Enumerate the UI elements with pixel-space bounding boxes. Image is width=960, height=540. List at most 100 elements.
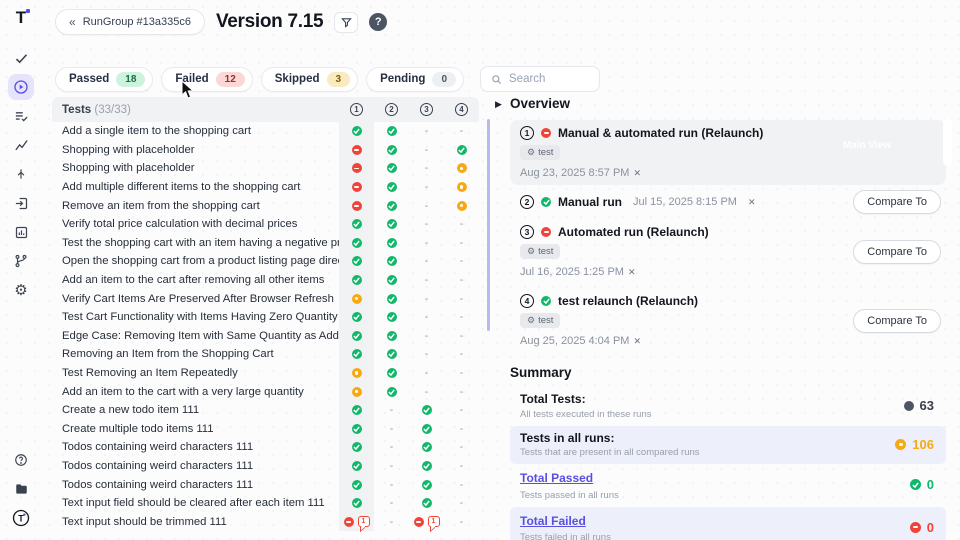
filter-pending-button[interactable]: Pending0 [366,67,464,92]
table-row[interactable]: Test Removing an Item Repeatedly-- [52,364,479,383]
passed-status-icon [352,256,362,266]
table-row[interactable]: Verify total price calculation with deci… [52,215,479,234]
table-row[interactable]: Add an item to the cart after removing a… [52,271,479,290]
run-item[interactable]: 4test relaunch (Relaunch)⚙testAug 25, 20… [510,288,946,353]
status-cell-run-2 [374,327,409,346]
table-row[interactable]: Shopping with placeholder- [52,159,479,178]
sidebar-tree-icon[interactable] [8,161,34,187]
overview-panel: Overview 1Manual & automated run (Relaun… [510,96,946,540]
status-cell-run-4 [444,141,479,160]
compare-to-button[interactable]: Compare To [853,190,941,214]
compare-to-button[interactable]: Compare To [853,309,941,333]
failed-status-icon [541,227,551,237]
no-result-dash: - [460,218,464,230]
status-cell-run-1 [339,234,374,253]
table-row[interactable]: Add multiple different items to the shop… [52,178,479,197]
run-item[interactable]: 2Manual runJul 15, 2025 8:15 PM✕Compare … [510,189,946,215]
filter-funnel-button[interactable] [334,12,358,33]
status-cell-run-1 [339,494,374,513]
comment-count-badge[interactable]: 1 [358,516,370,527]
summary-label-link[interactable]: Total Failed [520,514,586,528]
comment-count-badge[interactable]: 1 [428,516,440,527]
help-button[interactable]: ? [369,13,387,31]
status-cell-run-3: - [409,215,444,234]
remove-run-icon[interactable]: ✕ [748,197,756,208]
summary-label-link[interactable]: Total Passed [520,471,593,485]
status-cell-run-3: - [409,252,444,271]
filter-label: Skipped [275,73,320,85]
run-column-header-1[interactable]: 1 [339,97,374,122]
table-row[interactable]: Create a new todo item 111-- [52,401,479,420]
status-cell-run-1 [339,308,374,327]
table-row[interactable]: Text input should be trimmed 1111-1- [52,512,479,531]
sidebar-avatar-logo-icon[interactable]: T [8,505,34,531]
right-scrollbar-thumb[interactable] [943,118,952,166]
panel-scrollbar[interactable] [487,119,490,331]
app-logo-icon[interactable]: T [16,8,26,28]
test-name: Test Removing an Item Repeatedly [52,367,339,379]
sidebar-branch-icon[interactable] [8,248,34,274]
sidebar-chart-icon[interactable] [8,219,34,245]
no-result-dash: - [425,125,429,137]
remove-run-icon[interactable]: ✕ [628,267,636,278]
table-row[interactable]: Remove an item from the shopping cart- [52,196,479,215]
table-row[interactable]: Create multiple todo items 111-- [52,420,479,439]
table-row[interactable]: Todos containing weird characters 111-- [52,438,479,457]
status-cell-run-2 [374,289,409,308]
remove-run-icon[interactable]: ✕ [633,336,641,347]
search-box[interactable] [480,66,600,92]
sidebar-gear-icon[interactable]: ⚙ [8,277,34,303]
run-column-header-2[interactable]: 2 [374,97,409,122]
table-row[interactable]: Edge Case: Removing Item with Same Quant… [52,327,479,346]
status-cell-run-3: - [409,289,444,308]
no-result-dash: - [460,441,464,453]
summary-row-text: Total Tests:All tests executed in these … [520,392,652,420]
summary-value: 0 [910,520,934,535]
table-row[interactable]: Verify Cart Items Are Preserved After Br… [52,289,479,308]
table-row[interactable]: Todos containing weird characters 111-- [52,475,479,494]
compare-to-button[interactable]: Compare To [853,240,941,264]
filter-passed-button[interactable]: Passed18 [55,67,153,92]
filter-skipped-button[interactable]: Skipped3 [261,67,358,92]
summary-description: Tests that are present in all compared r… [520,447,700,458]
status-cell-run-4: - [444,252,479,271]
table-row[interactable]: Test Cart Functionality with Items Havin… [52,308,479,327]
sidebar-import-icon[interactable] [8,190,34,216]
sidebar-check-icon[interactable] [8,45,34,71]
table-row[interactable]: Removing an Item from the Shopping Cart-… [52,345,479,364]
run-column-header-3[interactable]: 3 [409,97,444,122]
no-result-dash: - [460,460,464,472]
collapse-panel-icon[interactable]: ▶ [495,99,502,110]
filter-failed-button[interactable]: Failed12 [161,67,252,92]
rungroup-back-button[interactable]: « RunGroup #13a335c6 [55,9,205,35]
table-row[interactable]: Shopping with placeholder- [52,141,479,160]
passed-status-icon [352,126,362,136]
sidebar-folder-icon[interactable] [8,476,34,502]
sidebar-list-check-icon[interactable] [8,103,34,129]
skipped-status-icon [352,387,362,397]
tag-label: test [538,147,553,158]
passed-status-icon [352,461,362,471]
run-item[interactable]: 3Automated run (Relaunch)⚙testJul 16, 20… [510,219,946,284]
test-name: Todos containing weird characters 111 [52,441,339,453]
circled-number-icon: 1 [350,103,363,116]
table-row[interactable]: Add an item to the cart with a very larg… [52,382,479,401]
rungroup-label: RunGroup #13a335c6 [83,16,191,28]
sidebar-help-circle-icon[interactable] [8,447,34,473]
table-row[interactable]: Test the shopping cart with an item havi… [52,234,479,253]
table-row[interactable]: Todos containing weird characters 111-- [52,457,479,476]
failed-status-icon [352,163,362,173]
table-row[interactable]: Open the shopping cart from a product li… [52,252,479,271]
remove-run-icon[interactable]: ✕ [633,168,641,179]
search-input[interactable] [509,73,589,85]
table-row[interactable]: Add a single item to the shopping cart-- [52,122,479,141]
run-item[interactable]: 1Manual & automated run (Relaunch)⚙testA… [510,120,946,185]
table-row[interactable]: Text input field should be cleared after… [52,494,479,513]
sidebar-play-circle-icon[interactable] [8,74,34,100]
status-cell-run-2: - [374,420,409,439]
skipped-status-icon [457,163,467,173]
total-dot-icon [904,401,914,411]
run-column-header-4[interactable]: 4 [444,97,479,122]
sidebar-pulse-icon[interactable] [8,132,34,158]
summary-description: All tests executed in these runs [520,409,652,420]
